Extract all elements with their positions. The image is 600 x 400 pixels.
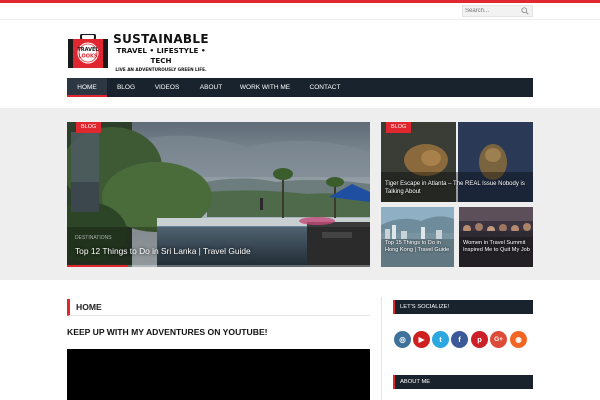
twitter-icon[interactable]: t bbox=[432, 331, 449, 348]
featured-tiger-slide[interactable]: BLOG Tiger Escape in Atlanta – The REAL … bbox=[381, 122, 533, 202]
sidebar-divider bbox=[381, 297, 382, 400]
youtube-heading: KEEP UP WITH MY ADVENTURES ON YOUTUBE! bbox=[67, 327, 268, 337]
nav-item-blog[interactable]: BLOG bbox=[110, 78, 142, 97]
suitcase-logo-icon: TRAVEL LOOKS bbox=[68, 34, 108, 68]
featured-main-category[interactable]: Destinations bbox=[75, 235, 112, 241]
hong-kong-photo bbox=[381, 207, 454, 267]
featured-women-title[interactable]: Women in Travel Summit Inspired Me to Qu… bbox=[463, 240, 533, 254]
pinterest-icon[interactable]: p bbox=[471, 331, 488, 348]
slide-progress-track bbox=[128, 265, 370, 267]
featured-women-slide[interactable]: Women in Travel Summit Inspired Me to Qu… bbox=[459, 207, 533, 267]
featured-main-tag[interactable]: BLOG bbox=[76, 122, 102, 133]
youtube-icon[interactable]: ▶ bbox=[413, 331, 430, 348]
logo-tagline: LIVE AN ADVENTUROUSLY GREEN LIFE. bbox=[115, 67, 207, 72]
youtube-video-embed[interactable] bbox=[67, 349, 370, 400]
featured-tiger-title[interactable]: Tiger Escape in Atlanta – The REAL Issue… bbox=[385, 180, 531, 196]
conference-photo bbox=[459, 207, 533, 267]
search-box[interactable] bbox=[462, 5, 533, 17]
instagram-icon[interactable]: ◎ bbox=[394, 331, 411, 348]
nav-item-about[interactable]: ABOUT bbox=[195, 78, 227, 97]
logo-badge-line2: LOOKS bbox=[79, 54, 98, 60]
slide-progress-active bbox=[67, 265, 128, 267]
logo-badge-line1: TRAVEL bbox=[77, 47, 99, 53]
top-bar bbox=[0, 3, 600, 20]
logo-text: SUSTAINABLE TRAVEL • LIFESTYLE • TECH LI… bbox=[111, 32, 211, 74]
logo-title: SUSTAINABLE bbox=[113, 32, 209, 46]
rss-icon[interactable]: ◉ bbox=[510, 331, 527, 348]
featured-hongkong-slide[interactable]: Top 15 Things to Do in Hong Kong | Trave… bbox=[381, 207, 454, 267]
search-input[interactable] bbox=[465, 6, 519, 16]
nav-item-contact[interactable]: CONTACT bbox=[304, 78, 346, 97]
site-logo[interactable]: TRAVEL LOOKS SUSTAINABLE TRAVEL • LIFEST… bbox=[67, 32, 209, 72]
nav-item-home[interactable]: HOME bbox=[67, 78, 107, 97]
facebook-icon[interactable]: f bbox=[451, 331, 468, 348]
google-plus-icon[interactable]: G+ bbox=[490, 331, 507, 348]
featured-main-title[interactable]: Top 12 Things to Do in Sri Lanka | Trave… bbox=[75, 246, 251, 256]
widget-heading-socialize: LET'S SOCIALIZE! bbox=[393, 300, 533, 314]
logo-subtitle: TRAVEL • LIFESTYLE • TECH bbox=[116, 46, 206, 65]
section-heading-home: HOME bbox=[67, 299, 370, 316]
main-navigation: HOME BLOG VIDEOS ABOUT WORK WITH ME CONT… bbox=[67, 78, 533, 97]
widget-heading-about: ABOUT ME bbox=[393, 375, 533, 389]
nav-item-videos[interactable]: VIDEOS bbox=[151, 78, 183, 97]
nav-item-work-with-me[interactable]: WORK WITH ME bbox=[239, 78, 291, 97]
featured-hongkong-title[interactable]: Top 15 Things to Do in Hong Kong | Trave… bbox=[385, 240, 453, 254]
search-icon[interactable] bbox=[521, 7, 529, 15]
featured-main-slide[interactable]: BLOG Destinations Top 12 Things to Do in… bbox=[67, 122, 370, 267]
featured-tiger-tag[interactable]: BLOG bbox=[386, 122, 412, 133]
